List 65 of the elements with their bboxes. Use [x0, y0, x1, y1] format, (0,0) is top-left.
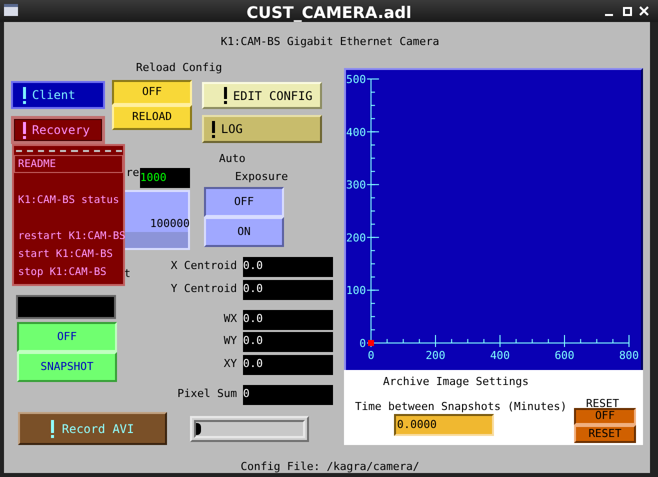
readout-label: Y Centroid	[170, 281, 237, 297]
group-label: Reload Config	[136, 60, 222, 76]
panel-title: Archive Image Settings	[383, 374, 529, 390]
readout-value: 0.0	[243, 257, 333, 277]
readout-value: 0.0	[243, 310, 333, 330]
exclamation-icon	[23, 122, 26, 138]
window-title: CUST_CAMERA.adl	[246, 2, 412, 24]
close-button[interactable]	[639, 6, 649, 16]
window-icon[interactable]	[4, 4, 18, 16]
interval-field[interactable]: 0.0000	[394, 414, 494, 436]
exclamation-icon	[212, 120, 215, 138]
record-avi-button[interactable]: Record AVI	[18, 412, 167, 445]
choice-button[interactable]: SNAPSHOT	[17, 352, 117, 382]
y-tick-label: 300	[346, 178, 366, 192]
related-display-button[interactable]: LOG	[202, 115, 322, 143]
menu-item[interactable]: start K1:CAM-BS	[14, 245, 123, 263]
field-label: Time between Snapshots (Minutes)	[355, 399, 567, 415]
y-tick-label: 200	[346, 231, 366, 244]
text-label: t	[124, 266, 131, 282]
menu-item[interactable]: K1:CAM-BS status	[14, 191, 123, 209]
choice-button[interactable]: RESET	[574, 425, 636, 443]
choice-button[interactable]: OFF	[17, 322, 117, 352]
tear-off-line[interactable]	[16, 148, 122, 154]
exclamation-icon	[224, 87, 227, 104]
readout-value: 0.0	[243, 280, 333, 300]
choice-button[interactable]: OFF	[574, 408, 636, 425]
y-tick-label: 100	[346, 284, 366, 298]
menu-item[interactable]: stop K1:CAM-BS	[14, 263, 123, 281]
maximize-button[interactable]	[620, 4, 634, 18]
y-tick-label: 0	[359, 337, 366, 350]
readout-label: WY	[222, 333, 237, 349]
x-tick-label: 600	[554, 349, 574, 362]
exclamation-icon	[50, 420, 54, 438]
value-field: 1000	[140, 168, 190, 188]
related-display-button[interactable]: EDIT CONFIG	[202, 82, 322, 109]
menu-item[interactable]: README	[14, 155, 123, 173]
exclamation-icon	[23, 86, 26, 104]
choice-button[interactable]: ON	[204, 217, 284, 247]
choice-button[interactable]: OFF	[112, 80, 192, 105]
readout-label: X Centroid	[170, 258, 237, 274]
readout-label: XY	[222, 356, 237, 372]
x-tick-label: 0	[368, 349, 374, 362]
related-display-button[interactable]: Client	[11, 81, 105, 109]
group-label: Auto	[219, 151, 246, 167]
readout-value: 0.0	[243, 332, 333, 352]
readout-label: WX	[222, 311, 237, 327]
x-tick-label: 200	[426, 349, 446, 362]
footer-text: Config File: /kagra/camera/	[240, 459, 420, 475]
text-entry-field[interactable]	[16, 295, 116, 319]
group-label: RESET	[586, 396, 620, 410]
readout-label: Pixel Sum	[176, 386, 237, 402]
heading-text: K1:CAM-BS Gigabit Ethernet Camera	[220, 34, 440, 50]
text-label: re	[126, 165, 140, 181]
choice-button[interactable]: OFF	[204, 187, 284, 217]
y-tick-label: 400	[346, 126, 366, 139]
related-display-button[interactable]: Recovery	[11, 116, 105, 144]
choice-button[interactable]: RELOAD	[112, 105, 192, 130]
y-tick-label: 500	[346, 73, 366, 86]
readout-value: 0.0	[243, 355, 333, 375]
menu-item[interactable]: restart K1:CAM-BS	[14, 227, 123, 245]
group-label: Exposure	[235, 169, 288, 185]
slider-limit: 100000	[150, 216, 188, 232]
x-tick-label: 800	[619, 349, 639, 362]
x-tick-label: 400	[490, 349, 510, 362]
readout-value: 0	[243, 385, 333, 405]
